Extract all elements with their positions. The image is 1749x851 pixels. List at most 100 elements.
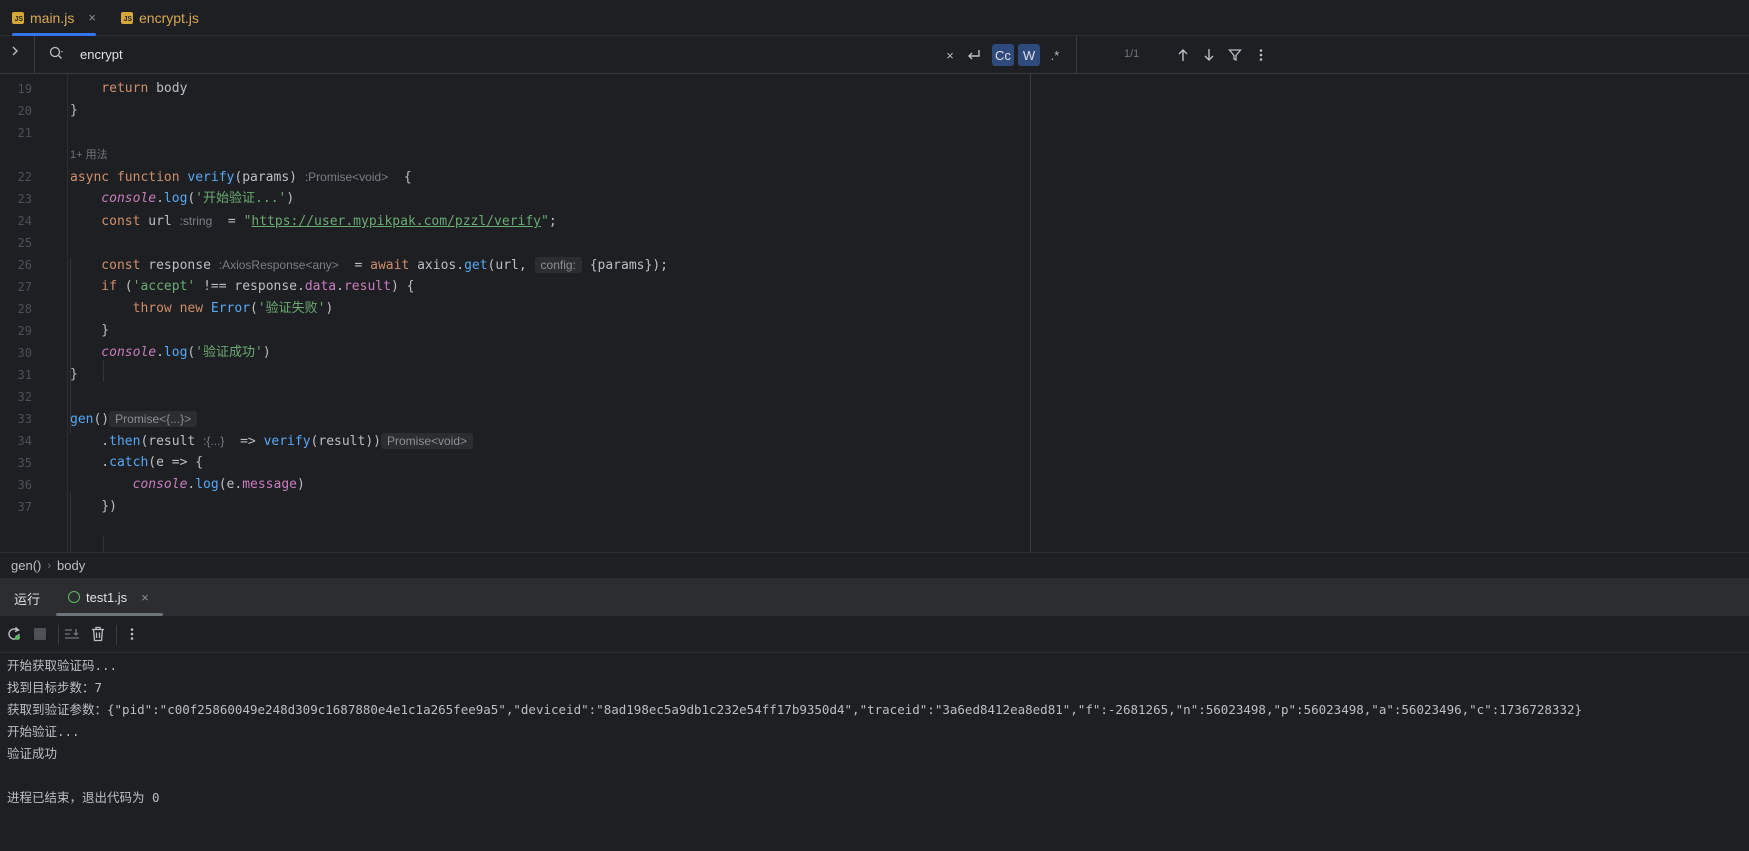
- line-number: 21: [17, 126, 32, 140]
- match-count: 1/1: [1124, 48, 1140, 60]
- tab-label: main.js: [30, 9, 75, 26]
- console-output[interactable]: 开始获取验证码... 找到目标步数：7 获取到验证参数：{"pid":"c00f25…: [0, 653, 1749, 851]
- code-text: if ('accept' !== response.data.result) {: [70, 276, 414, 298]
- code-editor[interactable]: 19 return body 20} 21 1+ 用法 22 async function…: [0, 74, 1030, 552]
- more-options-icon[interactable]: [124, 626, 140, 642]
- line-number: 24: [17, 214, 32, 228]
- code-token: log: [163, 191, 188, 206]
- indent-guide: [103, 536, 104, 552]
- run-tab-test1-js[interactable]: test1.js ×: [56, 578, 163, 616]
- inlay-type-hint: :string: [179, 214, 213, 228]
- code-token: (e.: [218, 477, 243, 492]
- filter-icon[interactable]: [1225, 44, 1245, 66]
- run-panel-header: 运行 test1.js ×: [0, 578, 1749, 617]
- scroll-to-end-icon[interactable]: [64, 626, 80, 642]
- code-text: throw new Error('验证失败'): [70, 298, 334, 320]
- code-token: log: [163, 345, 188, 360]
- line-number: 37: [17, 500, 32, 514]
- search-input[interactable]: [80, 43, 640, 65]
- code-text: }): [70, 496, 117, 518]
- inlay-type-hint: Promise<{...}>: [109, 411, 198, 427]
- tab-label: encrypt.js: [139, 9, 199, 26]
- line-number: 26: [17, 258, 32, 272]
- code-token[interactable]: https://user.mypikpak.com/pzzl/verify: [251, 214, 541, 229]
- code-line: 31}: [0, 364, 1030, 386]
- whole-words-button[interactable]: W: [1018, 44, 1040, 66]
- code-token: console: [70, 477, 188, 492]
- close-icon[interactable]: ×: [141, 590, 149, 605]
- close-icon[interactable]: ×: [88, 10, 96, 25]
- code-token: ): [325, 301, 334, 316]
- line-number: 19: [17, 82, 32, 96]
- code-text: }: [70, 100, 78, 122]
- trash-icon[interactable]: [90, 626, 106, 642]
- code-token: .: [156, 345, 164, 360]
- divider: [1076, 36, 1077, 73]
- chevron-right-icon[interactable]: [10, 44, 26, 64]
- code-text: .catch(e => {: [70, 452, 203, 474]
- code-line: 30 console.log('验证成功'): [0, 342, 1030, 364]
- code-token: ): [286, 191, 295, 206]
- code-token: }: [70, 323, 110, 338]
- code-line: 29 }: [0, 320, 1030, 342]
- code-token: ": [541, 214, 549, 229]
- code-token: (result: [140, 434, 204, 449]
- code-token: const: [70, 258, 149, 273]
- usages-inlay-hint[interactable]: 1+ 用法: [70, 144, 108, 166]
- code-text: .then(result :{...} => verify(result)) Pr…: [70, 430, 474, 453]
- tab-encrypt-js[interactable]: JS encrypt.js: [121, 0, 199, 35]
- code-token: (result)): [310, 434, 381, 449]
- line-number: 28: [17, 302, 32, 316]
- tab-main-js[interactable]: JS main.js ×: [12, 0, 96, 36]
- code-line: 37 }): [0, 496, 1030, 518]
- console-line: 开始获取验证码...: [7, 658, 118, 673]
- code-token: }: [70, 103, 78, 118]
- line-number: 36: [17, 478, 32, 492]
- divider: [58, 625, 59, 645]
- code-token: throw new: [70, 301, 211, 316]
- code-line: 33 gen() Promise<{...}>: [0, 408, 1030, 430]
- editor-right-pane: [1030, 74, 1749, 552]
- code-token: (: [124, 279, 133, 294]
- regex-button[interactable]: .*: [1044, 44, 1066, 66]
- code-text: async function verify(params) :Promise<v…: [70, 166, 412, 189]
- code-token: (): [93, 412, 110, 427]
- match-case-button[interactable]: Cc: [992, 44, 1014, 66]
- code-token: verify: [187, 170, 235, 185]
- line-number: 33: [17, 412, 32, 426]
- code-token: get: [464, 258, 488, 273]
- breadcrumb-item-body[interactable]: body: [57, 558, 85, 573]
- rerun-icon[interactable]: [6, 626, 22, 642]
- code-token: !== response.: [195, 279, 305, 294]
- code-token: data: [304, 279, 337, 294]
- breadcrumb-item-gen[interactable]: gen(): [11, 558, 41, 573]
- line-number: 30: [17, 346, 32, 360]
- code-token: }: [70, 367, 78, 382]
- inlay-type-hint: config:: [534, 257, 582, 273]
- code-token: (e => {: [148, 455, 204, 470]
- arrow-down-icon[interactable]: [1199, 44, 1219, 66]
- code-line: 20}: [0, 100, 1030, 122]
- code-token: '开始验证...': [195, 191, 287, 206]
- more-options-icon[interactable]: [1251, 44, 1271, 66]
- newline-icon[interactable]: [963, 44, 985, 66]
- stop-icon[interactable]: [32, 626, 48, 642]
- line-number: 25: [17, 236, 32, 250]
- arrow-up-icon[interactable]: [1173, 44, 1193, 66]
- code-line: 27 if ('accept' !== response.data.result…: [0, 276, 1030, 298]
- code-line: 25: [0, 232, 1030, 254]
- code-token: result: [343, 279, 391, 294]
- code-token: verify: [263, 434, 311, 449]
- code-line: 19 return body: [0, 78, 1030, 100]
- line-number: 31: [17, 368, 32, 382]
- code-token: .: [70, 455, 110, 470]
- clear-search-button[interactable]: ×: [943, 44, 957, 66]
- search-history-icon[interactable]: [49, 46, 63, 62]
- usage-hint-row: 1+ 用法: [0, 144, 1030, 166]
- code-token: body: [156, 81, 188, 96]
- code-line: 24 const url :string = "https://user.myp…: [0, 210, 1030, 232]
- code-token: ): [297, 477, 305, 492]
- code-line: 32: [0, 386, 1030, 408]
- code-token: (url,: [487, 258, 535, 273]
- code-text: }: [70, 364, 78, 386]
